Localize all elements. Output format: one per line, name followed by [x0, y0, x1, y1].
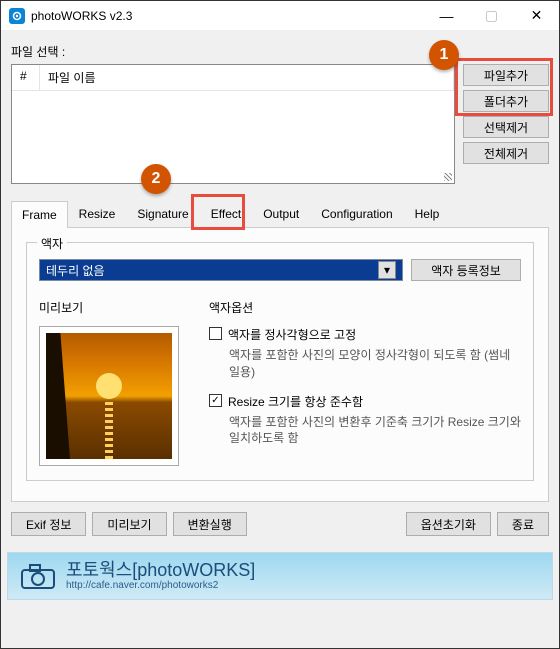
- frame-preview: [39, 326, 179, 466]
- keep-resize-label: Resize 크기를 항상 준수함: [228, 393, 363, 410]
- tab-resize[interactable]: Resize: [68, 200, 127, 227]
- frame-combo[interactable]: 테두리 없음 ▾: [39, 259, 403, 281]
- preview-button[interactable]: 미리보기: [92, 512, 166, 536]
- tab-output[interactable]: Output: [252, 200, 310, 227]
- keep-resize-checkbox[interactable]: ✓: [209, 394, 222, 407]
- keep-resize-desc: 액자를 포함한 사진의 변환후 기준축 크기가 Resize 크기와 일치하도록…: [229, 414, 521, 448]
- title-bar: photoWORKS v2.3 — ▢ ✕: [1, 1, 559, 31]
- app-icon: [9, 8, 25, 24]
- window-title: photoWORKS v2.3: [31, 9, 424, 23]
- tab-help[interactable]: Help: [404, 200, 451, 227]
- tab-signature[interactable]: Signature: [126, 200, 199, 227]
- frame-group-title: 액자: [37, 235, 67, 252]
- tab-effect[interactable]: Effect: [200, 200, 252, 227]
- file-col-num[interactable]: #: [12, 65, 40, 90]
- chevron-down-icon: ▾: [378, 261, 396, 279]
- frame-combo-value: 테두리 없음: [46, 262, 105, 279]
- reset-options-button[interactable]: 옵션초기화: [406, 512, 491, 536]
- maximize-button[interactable]: ▢: [469, 1, 514, 31]
- add-file-button[interactable]: 파일추가: [463, 64, 549, 86]
- annotation-badge-1: 1: [429, 40, 459, 70]
- frame-group: 액자 테두리 없음 ▾ 액자 등록정보 미리보기: [26, 242, 534, 481]
- annotation-badge-2: 2: [141, 164, 171, 194]
- square-lock-label: 액자를 정사각형으로 고정: [228, 326, 356, 343]
- tab-frame[interactable]: Frame: [11, 201, 68, 228]
- close-button[interactable]: ✕: [514, 1, 559, 31]
- remove-all-button[interactable]: 전체제거: [463, 142, 549, 164]
- preview-image: [46, 333, 172, 459]
- footer-url: http://cafe.naver.com/photoworks2: [66, 580, 255, 591]
- square-lock-checkbox[interactable]: [209, 327, 222, 340]
- tab-bar: Frame Resize Signature Effect Output Con…: [11, 200, 549, 228]
- frame-register-button[interactable]: 액자 등록정보: [411, 259, 521, 281]
- camera-icon: [20, 562, 56, 590]
- app-window: photoWORKS v2.3 — ▢ ✕ 파일 선택 : # 파일 이름 파일…: [0, 0, 560, 649]
- frame-panel: 액자 테두리 없음 ▾ 액자 등록정보 미리보기: [11, 228, 549, 502]
- file-list[interactable]: # 파일 이름: [11, 64, 455, 184]
- file-select-label: 파일 선택 :: [11, 43, 549, 60]
- resize-handle-icon[interactable]: [440, 169, 454, 183]
- square-lock-desc: 액자를 포함한 사진의 모양이 정사각형이 되도록 함 (썸네일용): [229, 347, 521, 381]
- minimize-button[interactable]: —: [424, 1, 469, 31]
- footer-banner: 포토웍스[photoWORKS] http://cafe.naver.com/p…: [7, 552, 553, 600]
- add-folder-button[interactable]: 폴더추가: [463, 90, 549, 112]
- frame-options-title: 액자옵션: [209, 299, 521, 316]
- tab-config[interactable]: Configuration: [310, 200, 403, 227]
- exit-button[interactable]: 종료: [497, 512, 549, 536]
- footer-brand: 포토웍스[photoWORKS]: [66, 560, 255, 580]
- preview-label: 미리보기: [39, 299, 83, 316]
- run-button[interactable]: 변환실행: [173, 512, 247, 536]
- remove-selected-button[interactable]: 선택제거: [463, 116, 549, 138]
- exif-button[interactable]: Exif 정보: [11, 512, 86, 536]
- file-col-name[interactable]: 파일 이름: [40, 65, 454, 90]
- frame-options: 액자옵션 액자를 정사각형으로 고정 액자를 포함한 사진의 모양이 정사각형이…: [209, 299, 521, 466]
